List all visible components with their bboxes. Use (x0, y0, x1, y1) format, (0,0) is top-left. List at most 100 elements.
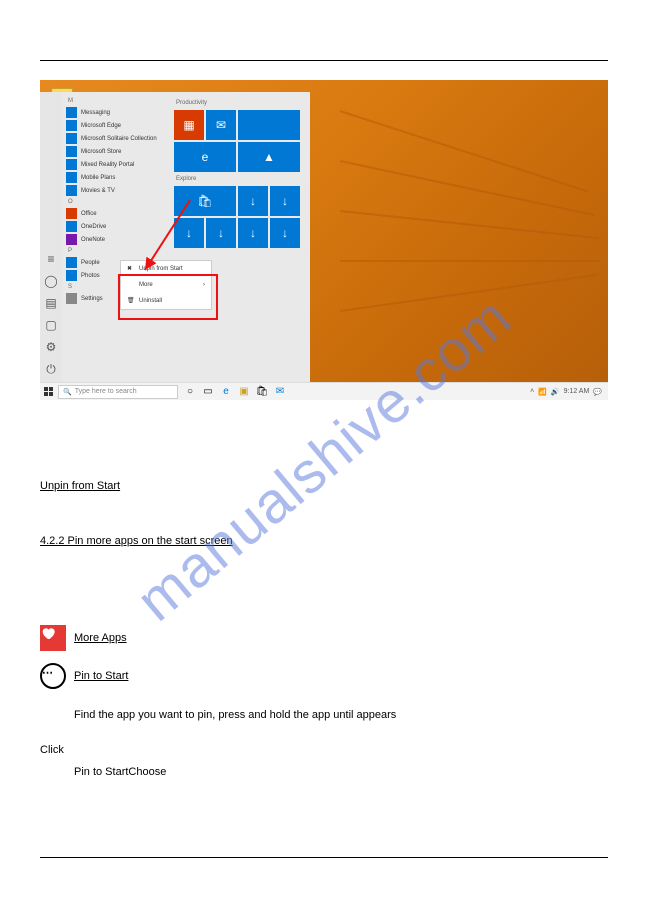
tile-download[interactable]: ↓ (238, 186, 268, 216)
decor-vein (340, 110, 588, 192)
doc-step-moreapps: More Apps (40, 625, 608, 651)
app-label: Settings (81, 296, 103, 302)
taskbar-search[interactable]: 🔍 Type here to search (58, 385, 178, 399)
app-label: OneDrive (81, 224, 106, 230)
tile-mail[interactable]: ✉ (206, 110, 236, 140)
decor-vein (340, 210, 599, 239)
app-icon (66, 293, 77, 304)
app-icon (66, 159, 77, 170)
underline-text: More Apps (74, 630, 127, 647)
task-cortana-icon[interactable]: ○ (184, 386, 196, 398)
health-app-icon (40, 625, 66, 651)
download-icon: ↓ (282, 194, 288, 208)
windows-screenshot: Recycle Bin ≡ ◯ ▤ ▢ ⚙ ⏻ M Messaging Micr… (40, 80, 608, 400)
system-tray: ˄ 📶 🔊 9:12 AM 💬 (530, 388, 608, 396)
doc-line: Click (40, 742, 608, 759)
doc-step-pinstart: ⋯ Pin to Start (40, 663, 608, 689)
search-icon: 🔍 (63, 388, 72, 396)
tile-download2[interactable]: ↓ (270, 186, 300, 216)
app-label: Mobile Plans (81, 175, 115, 181)
doc-line: Find the app you want to pin, press and … (40, 707, 608, 724)
app-label: Microsoft Edge (81, 123, 121, 129)
tile-todo[interactable] (238, 110, 300, 140)
download-icon: ↓ (250, 194, 256, 208)
mail-icon: ✉ (216, 118, 226, 132)
tray-network-icon[interactable]: 📶 (538, 388, 547, 396)
windows-icon (44, 387, 54, 397)
ellipsis-icon: ⋯ (40, 663, 66, 689)
download-icon: ↓ (218, 226, 224, 240)
taskbar: 🔍 Type here to search ○ ▭ e ▣ 🛍 ✉ ˄ 📶 🔊 … (40, 382, 608, 400)
tile-d2[interactable]: ↓ (206, 218, 236, 248)
app-label: Movies & TV (81, 188, 115, 194)
tray-chevron-icon[interactable]: ˄ (530, 388, 534, 395)
app-label: Messaging (81, 110, 110, 116)
app-icon (66, 270, 77, 281)
rail-account-icon[interactable]: ◯ (44, 274, 58, 288)
underline-text: Unpin from Start (40, 480, 120, 492)
tile-d3[interactable]: ↓ (238, 218, 268, 248)
app-icon (66, 257, 77, 268)
office-icon: ▦ (183, 118, 194, 132)
underline-text: Pin to Start (74, 668, 128, 685)
taskbar-pinned: ○ ▭ e ▣ 🛍 ✉ (178, 386, 292, 398)
tile-group-label: Explore (174, 174, 306, 184)
rail-pictures-icon[interactable]: ▢ (44, 318, 58, 332)
app-label: OneNote (81, 237, 105, 243)
rail-expand-icon[interactable]: ≡ (44, 252, 58, 266)
app-item-store[interactable]: Microsoft Store (64, 145, 168, 158)
app-icon (66, 234, 77, 245)
app-icon (66, 146, 77, 157)
photos-icon: ▲ (263, 150, 275, 164)
tile-office[interactable]: ▦ (174, 110, 204, 140)
decor-vein (340, 260, 600, 262)
tile-d4[interactable]: ↓ (270, 218, 300, 248)
task-mail-icon[interactable]: ✉ (274, 386, 286, 398)
page-rule-top (40, 60, 608, 61)
doc-heading: 4.2.2 Pin more apps on the start screen (40, 533, 608, 550)
app-icon (66, 185, 77, 196)
search-placeholder: Type here to search (75, 388, 137, 395)
edge-icon: e (202, 150, 209, 164)
task-edge-icon[interactable]: e (220, 386, 232, 398)
tile-edge[interactable]: e (174, 142, 236, 172)
app-icon (66, 133, 77, 144)
app-item-mobileplans[interactable]: Mobile Plans (64, 171, 168, 184)
app-label: People (81, 260, 100, 266)
doc-line: Unpin from Start (40, 478, 608, 495)
app-icon (66, 221, 77, 232)
tray-notifications-icon[interactable]: 💬 (593, 388, 602, 396)
task-explorer-icon[interactable]: ▣ (238, 386, 250, 398)
doc-line: Pin to StartChoose (40, 764, 608, 781)
app-icon (66, 172, 77, 183)
unpin-icon: ✖ (127, 265, 135, 273)
tile-group-label: Productivity (174, 98, 306, 108)
tray-volume-icon[interactable]: 🔊 (551, 388, 560, 396)
page-rule-bottom (40, 857, 608, 858)
app-item-mixedreality[interactable]: Mixed Reality Portal (64, 158, 168, 171)
decor-vein (340, 160, 595, 216)
rail-settings-icon[interactable]: ⚙ (44, 340, 58, 354)
app-item-solitaire[interactable]: Microsoft Solitaire Collection (64, 132, 168, 145)
app-label: Mixed Reality Portal (81, 162, 134, 168)
annotation-highlight-box (118, 274, 218, 320)
rail-power-icon[interactable]: ⏻ (44, 362, 58, 376)
app-icon (66, 107, 77, 118)
task-store-icon[interactable]: 🛍 (256, 386, 268, 398)
app-label: Office (81, 211, 97, 217)
decor-vein (340, 274, 598, 312)
download-icon: ↓ (282, 226, 288, 240)
rail-documents-icon[interactable]: ▤ (44, 296, 58, 310)
app-item-movies[interactable]: Movies & TV (64, 184, 168, 197)
app-item-edge[interactable]: Microsoft Edge (64, 119, 168, 132)
download-icon: ↓ (250, 226, 256, 240)
tile-photos[interactable]: ▲ (238, 142, 300, 172)
task-taskview-icon[interactable]: ▭ (202, 386, 214, 398)
start-button[interactable] (40, 383, 58, 401)
app-icon (66, 208, 77, 219)
annotation-arrow (140, 200, 200, 280)
tray-clock[interactable]: 9:12 AM (564, 388, 590, 395)
app-item-messaging[interactable]: Messaging (64, 106, 168, 119)
app-label: Photos (81, 273, 100, 279)
list-letter[interactable]: M (64, 96, 168, 106)
